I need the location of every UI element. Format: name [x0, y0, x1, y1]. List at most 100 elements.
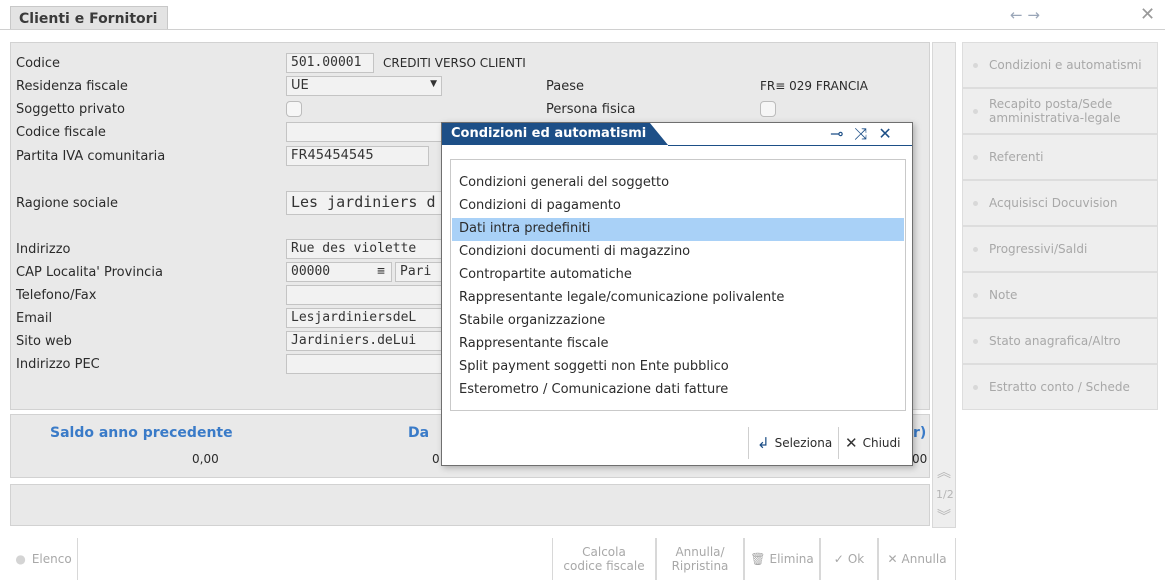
list-item[interactable]: Condizioni generali del soggetto — [452, 172, 904, 195]
persona-fisica-checkbox[interactable] — [760, 101, 776, 117]
pec-label: Indirizzo PEC — [16, 357, 100, 372]
close-icon[interactable]: ✕ — [1140, 4, 1155, 25]
list-item-selected[interactable]: Dati intra predefiniti — [452, 218, 904, 241]
sidebar-item-label: Condizioni e automatismi — [989, 58, 1142, 72]
indirizzo-label: Indirizzo — [16, 242, 71, 257]
partita-iva-field[interactable]: FR45454545 — [286, 146, 429, 166]
paese-field[interactable]: FR≡ 029 FRANCIA — [760, 79, 868, 93]
codice-description: CREDITI VERSO CLIENTI — [383, 56, 526, 70]
calcola-codice-fiscale-label: Calcola codice fiscale — [563, 545, 645, 573]
telefono-label: Telefono/Fax — [16, 288, 97, 303]
list-item[interactable]: Condizioni di pagamento — [452, 195, 904, 218]
sidebar-item-recapito[interactable]: Recapito posta/Sede amministrativa-legal… — [962, 88, 1158, 134]
sito-web-field[interactable]: Jardiniers.deLui — [286, 331, 442, 351]
sidebar-item-condizioni[interactable]: Condizioni e automatismi — [962, 42, 1158, 88]
chevron-double-down-icon[interactable]: ︾ — [937, 506, 951, 526]
page-scroller[interactable] — [932, 42, 956, 528]
sidebar-item-progressivi[interactable]: Progressivi/Saldi — [962, 226, 1158, 272]
calcola-codice-fiscale-button[interactable]: Calcola codice fiscale — [552, 538, 656, 580]
elenco-label: Elenco — [31, 552, 72, 566]
lookup-icon[interactable]: ≡ — [775, 79, 785, 93]
chevron-double-up-icon[interactable]: ︽ — [937, 462, 951, 482]
bullet-icon — [973, 385, 978, 390]
list-item[interactable]: Esterometro / Comunicazione dati fatture — [452, 379, 904, 402]
pin-icon[interactable]: ⊸ — [830, 124, 843, 143]
collapse-icon[interactable]: ⤨ — [855, 124, 868, 143]
list-item[interactable]: Contropartite automatiche — [452, 264, 904, 287]
trash-icon: 🗑 — [750, 552, 766, 566]
persona-fisica-label: Persona fisica — [546, 102, 636, 117]
annulla-label: Annulla — [901, 552, 947, 566]
list-item[interactable]: Condizioni documenti di magazzino — [452, 241, 904, 264]
sidebar-item-label: Recapito posta/Sede amministrativa-legal… — [989, 97, 1121, 125]
ragione-sociale-label: Ragione sociale — [16, 196, 118, 211]
sidebar-item-label: Referenti — [989, 150, 1044, 164]
cap-label: CAP Localita' Provincia — [16, 265, 163, 280]
list-item[interactable]: Split payment soggetti non Ente pubblico — [452, 356, 904, 379]
saldo-value-2: 0 — [432, 452, 440, 466]
saldo-heading-3: r) — [913, 425, 927, 441]
chiudi-button[interactable]: ✕ Chiudi — [838, 427, 908, 459]
sidebar-item-docuvision[interactable]: Acquisisci Docuvision — [962, 180, 1158, 226]
seleziona-button[interactable]: ↲ Seleziona — [748, 427, 836, 459]
ok-button[interactable]: ✓ Ok — [820, 538, 878, 580]
paese-num: 029 — [789, 79, 813, 93]
ragione-sociale-field[interactable]: Les jardiniers d — [286, 191, 442, 215]
bullet-icon — [973, 63, 978, 68]
list-item[interactable]: Stabile organizzazione — [452, 310, 904, 333]
sidebar-item-label: Note — [989, 288, 1018, 302]
sidebar-item-referenti[interactable]: Referenti — [962, 134, 1158, 180]
bullet-icon — [973, 201, 978, 206]
cap-field[interactable]: 00000 ≡ — [286, 262, 392, 282]
partita-iva-label: Partita IVA comunitaria — [16, 149, 166, 164]
check-icon: ✓ — [833, 552, 844, 566]
lookup-icon[interactable]: ≡ — [377, 264, 385, 279]
page-indicator: 1/2 — [936, 488, 954, 501]
list-item[interactable]: Rappresentante legale/comunicazione poli… — [452, 287, 904, 310]
bullet-icon — [973, 155, 978, 160]
residenza-select[interactable]: UE ▼ — [286, 76, 442, 96]
saldo-value-3: 00 — [912, 452, 928, 466]
sidebar-item-label: Estratto conto / Schede — [989, 380, 1130, 394]
title-divider — [0, 29, 1165, 30]
return-arrow-icon: ↲ — [757, 434, 770, 452]
chiudi-label: Chiudi — [862, 436, 901, 450]
soggetto-privato-checkbox[interactable] — [286, 101, 302, 117]
close-icon: ✕ — [887, 552, 898, 566]
telefono-field[interactable] — [286, 285, 442, 305]
saldo-precedente-heading: Saldo anno precedente — [50, 425, 233, 441]
sidebar-item-note[interactable]: Note — [962, 272, 1158, 318]
bullet-icon — [973, 339, 978, 344]
annulla-button[interactable]: ✕ Annulla — [878, 538, 956, 580]
sito-web-label: Sito web — [16, 334, 72, 349]
sidebar-item-estratto[interactable]: Estratto conto / Schede — [962, 364, 1158, 410]
sidebar-item-stato[interactable]: Stato anagrafica/Altro — [962, 318, 1158, 364]
paese-code: FR — [760, 79, 776, 93]
bullet-icon — [973, 293, 978, 298]
bullet-icon — [973, 247, 978, 252]
codice-label: Codice — [16, 56, 61, 71]
codice-field[interactable]: 501.00001 — [286, 53, 374, 73]
ok-label: Ok — [847, 552, 865, 566]
sidebar-item-label: Acquisisci Docuvision — [989, 196, 1118, 210]
codice-fiscale-field[interactable] — [286, 122, 442, 142]
list-item[interactable]: Rappresentante fiscale — [452, 333, 904, 356]
dialog-option-list: Condizioni generali del soggetto Condizi… — [450, 159, 906, 411]
bullet-icon — [973, 109, 978, 114]
indirizzo-field[interactable]: Rue des violette — [286, 239, 442, 259]
pec-field[interactable] — [286, 354, 442, 374]
dialog-controls: ⊸ ⤨ ✕ — [830, 124, 892, 144]
elenco-button[interactable]: ● Elenco — [10, 538, 78, 580]
annulla-ripristina-button[interactable]: Annulla/ Ripristina — [656, 538, 744, 580]
soggetto-privato-label: Soggetto privato — [16, 102, 125, 117]
saldo-precedente-value: 0,00 — [192, 452, 219, 466]
residenza-label: Residenza fiscale — [16, 79, 128, 94]
email-field[interactable]: LesjardiniersdeL — [286, 308, 442, 328]
residenza-value: UE — [291, 78, 309, 93]
localita-field[interactable]: Pari — [395, 262, 442, 282]
close-icon[interactable]: ✕ — [878, 124, 891, 143]
elimina-button[interactable]: 🗑 Elimina — [744, 538, 820, 580]
sidebar-item-label: Stato anagrafica/Altro — [989, 334, 1121, 348]
nav-arrows-icon[interactable]: ← → — [1010, 6, 1040, 24]
condizioni-dialog: Condizioni ed automatismi ⊸ ⤨ ✕ Condizio… — [441, 122, 913, 466]
